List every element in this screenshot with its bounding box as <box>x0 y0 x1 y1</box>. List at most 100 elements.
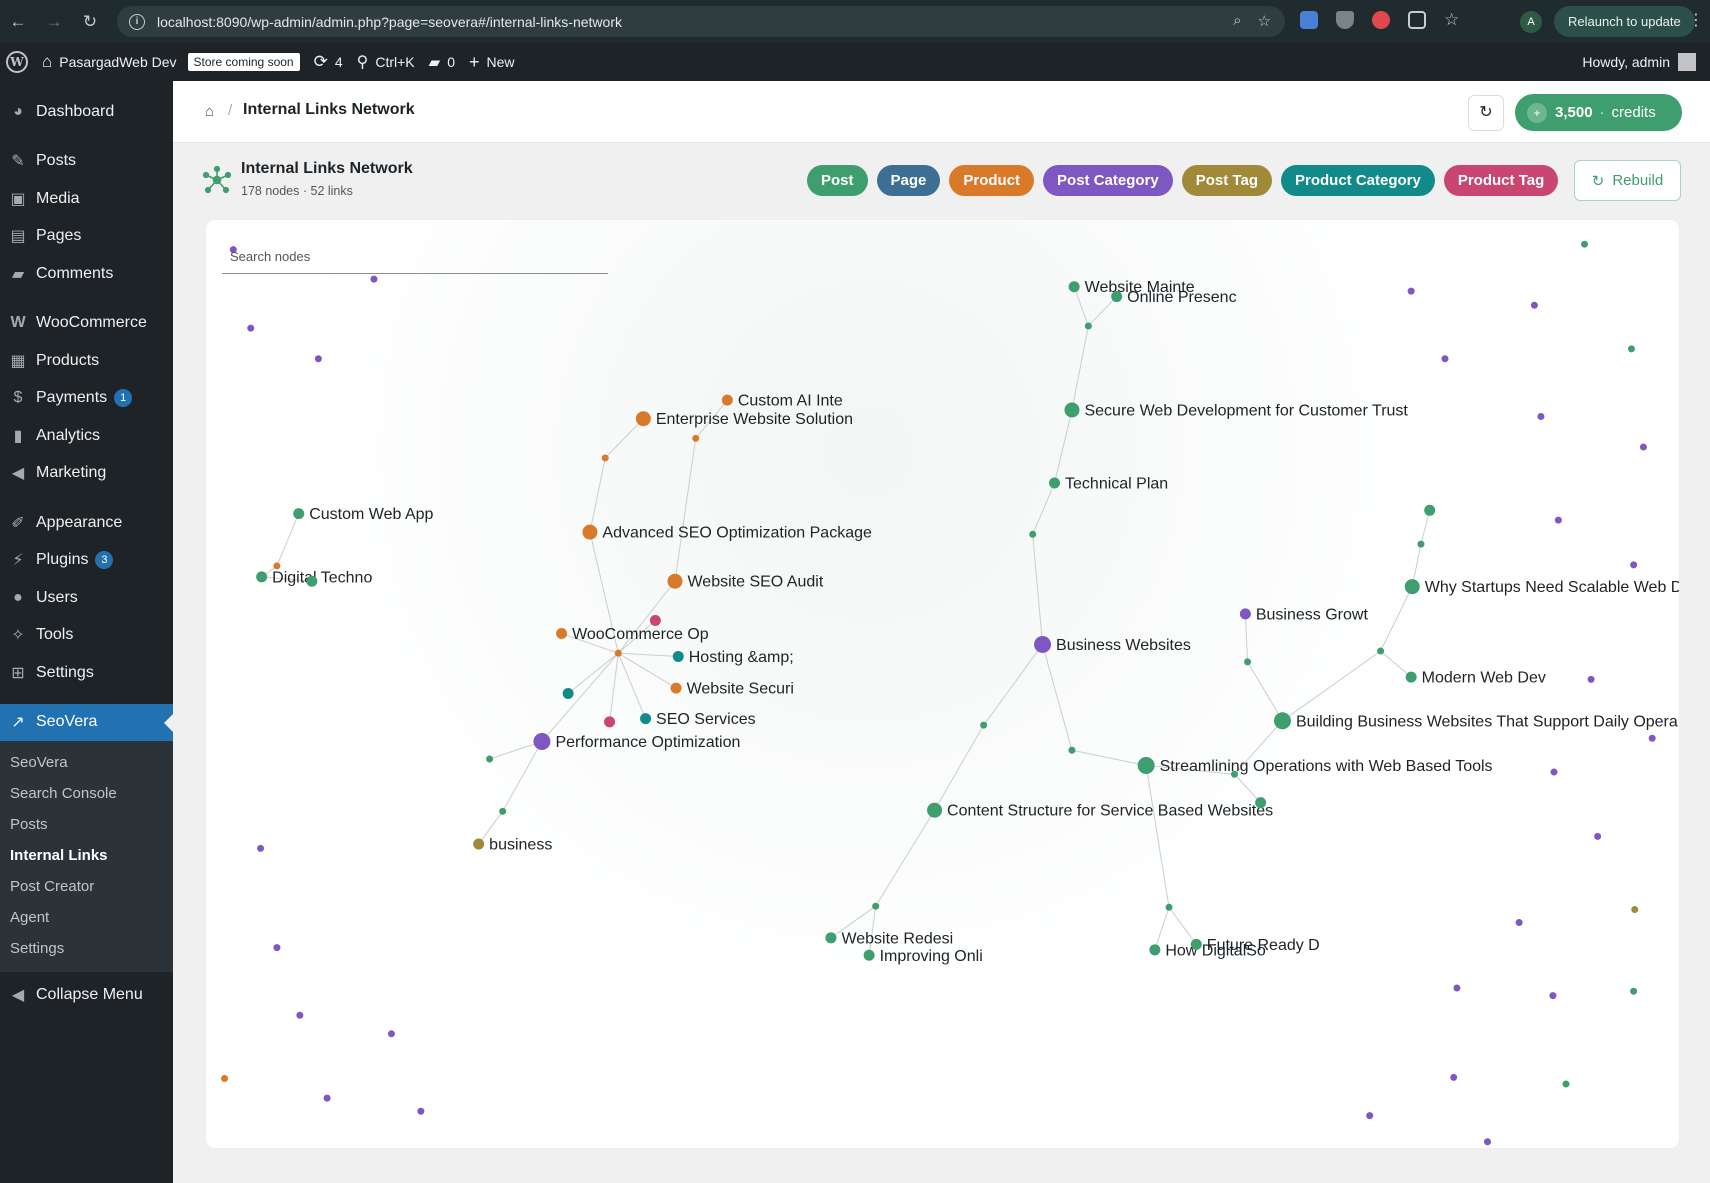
browser-menu-icon[interactable]: ⋮ <box>1688 10 1704 30</box>
search-shortcut-link[interactable]: ⚲ Ctrl+K <box>357 52 415 72</box>
site-info-icon[interactable]: i <box>129 13 145 30</box>
menu-seovera[interactable]: ↗ SeoVera <box>0 703 173 741</box>
graph-node[interactable] <box>1441 355 1449 363</box>
graph-node[interactable] <box>1594 832 1602 840</box>
graph-node[interactable] <box>306 575 318 587</box>
graph-node[interactable] <box>1587 675 1595 683</box>
comments-link[interactable]: ▰ 0 <box>429 53 455 71</box>
graph-node[interactable] <box>582 524 598 540</box>
legend-chip-post-tag[interactable]: Post Tag <box>1181 165 1272 196</box>
forward-icon[interactable]: → <box>36 12 72 32</box>
graph-node[interactable] <box>1239 608 1251 620</box>
menu-payments[interactable]: $ Payments 1 <box>0 380 173 418</box>
graph-node[interactable] <box>1407 287 1415 295</box>
legend-chip-product-category[interactable]: Product Category <box>1280 165 1435 196</box>
graph-node[interactable] <box>296 1011 304 1019</box>
graph-node[interactable] <box>1554 516 1562 524</box>
legend-chip-product-tag[interactable]: Product Tag <box>1443 165 1559 196</box>
submenu-post-creator[interactable]: Post Creator <box>0 871 173 902</box>
menu-settings[interactable]: ⊞ Settings <box>0 654 173 692</box>
graph-node[interactable] <box>1137 757 1155 775</box>
network-graph-canvas[interactable]: Website Mainte Online Presenc Secure Web D… <box>205 219 1680 1149</box>
submenu-internal-links[interactable]: Internal Links <box>0 840 173 871</box>
graph-node[interactable] <box>1417 540 1425 548</box>
graph-node[interactable] <box>872 902 880 910</box>
legend-chip-post-category[interactable]: Post Category <box>1043 165 1173 196</box>
graph-node[interactable] <box>221 1075 229 1083</box>
graph-node[interactable] <box>293 508 305 520</box>
graph-node[interactable] <box>556 628 568 640</box>
refresh-button[interactable]: ↻ <box>1468 95 1504 131</box>
graph-node[interactable] <box>1515 919 1523 927</box>
graph-node[interactable] <box>670 682 682 694</box>
graph-node[interactable] <box>1244 658 1252 666</box>
graph-node[interactable] <box>1034 635 1052 653</box>
collapse-menu-button[interactable]: ◀ Collapse Menu <box>0 976 173 1014</box>
legend-chip-page[interactable]: Page <box>876 165 941 196</box>
graph-node[interactable] <box>1029 530 1037 538</box>
graph-node[interactable] <box>370 275 378 283</box>
legend-chip-product[interactable]: Product <box>949 165 1035 196</box>
graph-node[interactable] <box>1149 944 1161 956</box>
graph-node[interactable] <box>1627 345 1635 353</box>
red-extension-icon[interactable] <box>1372 11 1390 29</box>
profile-avatar[interactable]: A <box>1520 11 1542 33</box>
graph-node[interactable] <box>1165 903 1173 911</box>
menu-users[interactable]: ● Users <box>0 579 173 617</box>
relaunch-button[interactable]: Relaunch to update <box>1554 6 1695 37</box>
graph-node[interactable] <box>1255 797 1267 809</box>
submenu-posts[interactable]: Posts <box>0 809 173 840</box>
graph-node[interactable] <box>667 573 683 589</box>
graph-node[interactable] <box>273 562 281 570</box>
graph-node[interactable] <box>614 649 622 657</box>
menu-marketing[interactable]: ◀ Marketing <box>0 455 173 493</box>
shield-extension-icon[interactable] <box>1336 11 1354 29</box>
graph-node[interactable] <box>1483 1138 1491 1146</box>
graph-node[interactable] <box>486 755 494 763</box>
graph-node[interactable] <box>562 688 574 700</box>
graph-node[interactable] <box>323 1094 331 1102</box>
graph-node[interactable] <box>473 838 485 850</box>
graph-node[interactable] <box>533 733 551 751</box>
submenu-search-console[interactable]: Search Console <box>0 778 173 809</box>
search-nodes-field[interactable] <box>222 240 608 274</box>
graph-node[interactable] <box>863 949 875 961</box>
graph-node[interactable] <box>1111 291 1123 303</box>
graph-node[interactable] <box>1064 402 1080 418</box>
submenu-agent[interactable]: Agent <box>0 902 173 933</box>
graph-node[interactable] <box>257 844 265 852</box>
user-account-menu[interactable]: Howdy, admin <box>1582 43 1696 81</box>
graph-node[interactable] <box>1453 984 1461 992</box>
graph-node[interactable] <box>1630 987 1638 995</box>
graph-node[interactable] <box>672 650 684 662</box>
graph-node[interactable] <box>721 394 733 406</box>
graph-node[interactable] <box>1639 443 1647 451</box>
breadcrumb-home-icon[interactable]: ⌂ <box>205 103 214 120</box>
new-content-link[interactable]: + New <box>469 52 515 73</box>
graph-node[interactable] <box>1404 579 1420 595</box>
menu-analytics[interactable]: ▮ Analytics <box>0 417 173 455</box>
graph-node[interactable] <box>1273 712 1291 730</box>
graph-node[interactable] <box>256 571 268 583</box>
menu-plugins[interactable]: ⚡ Plugins 3 <box>0 542 173 580</box>
graph-node[interactable] <box>247 324 255 332</box>
menu-pages[interactable]: ▤ Pages <box>0 218 173 256</box>
graph-node[interactable] <box>1631 905 1639 913</box>
graph-node[interactable] <box>1068 746 1076 754</box>
menu-comments[interactable]: ▰ Comments <box>0 255 173 293</box>
graph-node[interactable] <box>1550 768 1558 776</box>
submenu-seovera[interactable]: SeoVera <box>0 747 173 778</box>
legend-chip-post[interactable]: Post <box>807 165 868 196</box>
puzzle-extensions-icon[interactable] <box>1408 11 1426 29</box>
menu-tools[interactable]: ✧ Tools <box>0 617 173 655</box>
graph-node[interactable] <box>1377 647 1385 655</box>
graph-node[interactable] <box>1450 1073 1458 1081</box>
wordpress-logo-icon[interactable]: W <box>6 51 28 73</box>
graph-node[interactable] <box>1648 734 1656 742</box>
graph-node[interactable] <box>692 434 700 442</box>
menu-posts[interactable]: ✎ Posts <box>0 143 173 181</box>
graph-node[interactable] <box>1405 671 1417 683</box>
graph-node[interactable] <box>604 716 616 728</box>
reload-icon[interactable]: ↻ <box>72 12 108 32</box>
menu-media[interactable]: ▣ Media <box>0 180 173 218</box>
